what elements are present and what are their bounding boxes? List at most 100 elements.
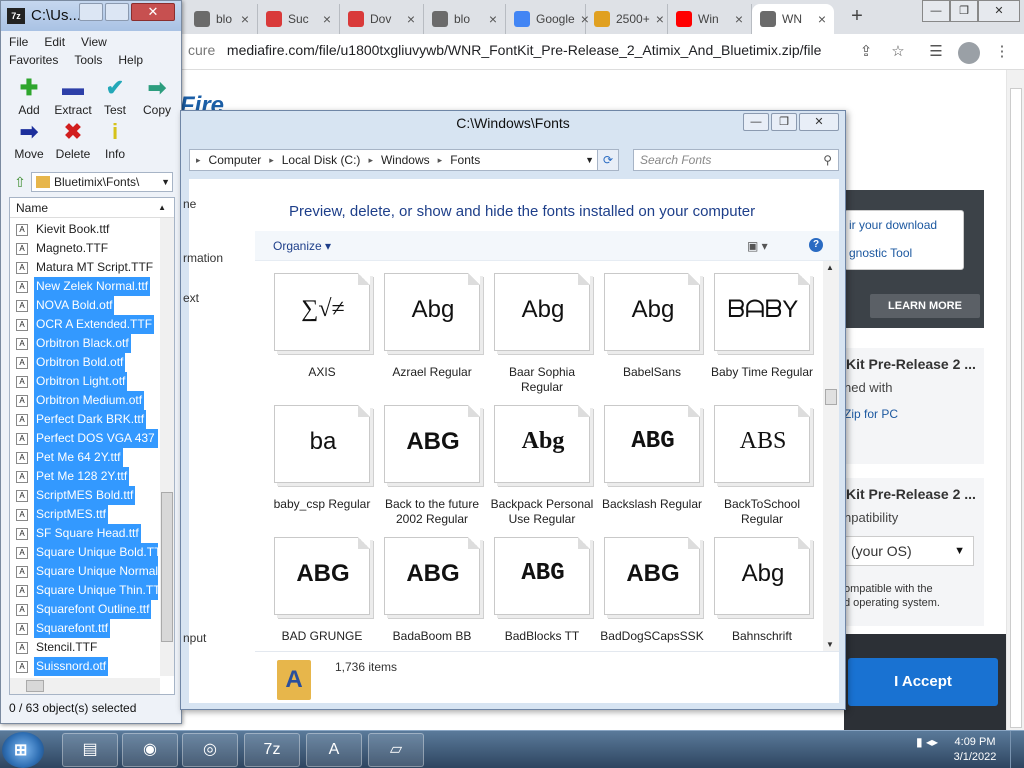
reading-list-icon[interactable]: ☰ (926, 42, 946, 62)
fonts-vscrollbar[interactable]: ▲ ▼ (823, 261, 839, 651)
path-combo[interactable]: Bluetimix\Fonts\ ▼ (31, 172, 173, 192)
url-field[interactable]: cure mediafire.com/file/u1800txgliuvywb/… (188, 42, 821, 58)
breadcrumb-item[interactable]: Fonts (450, 153, 480, 167)
close-icon[interactable]: × (818, 11, 826, 27)
browser-tab[interactable]: Suc × (258, 4, 340, 34)
chrome-taskbar-button[interactable]: ◎ (182, 733, 238, 767)
info-button[interactable]: i Info (93, 121, 137, 165)
list-item[interactable]: A Squarefont Outline.ttf (16, 600, 158, 619)
list-item[interactable]: A Perfect Dark BRK.ttf (16, 410, 158, 429)
close-button[interactable]: ✕ (799, 113, 839, 131)
font-item[interactable]: ABG BadaBoom BB (377, 537, 487, 644)
breadcrumb-item[interactable]: Local Disk (C:) (282, 153, 361, 167)
font-item[interactable]: ᗷᗩᗷY Baby Time Regular (707, 273, 817, 380)
7zip-titlebar[interactable]: 7z C:\Us... ✕ (1, 1, 181, 31)
list-item[interactable]: A Suissnord.otf (16, 657, 158, 676)
menu-item[interactable]: Tools (74, 53, 102, 67)
close-icon[interactable]: × (656, 11, 664, 27)
scroll-thumb[interactable] (825, 389, 837, 405)
list-item[interactable]: A Matura MT Script.TTF (16, 258, 158, 277)
minimize-button[interactable]: — (743, 113, 769, 131)
font-item[interactable]: Abg Baar Sophia Regular (487, 273, 597, 395)
font-item[interactable]: ABG BAD GRUNGE (267, 537, 377, 644)
accept-cookies-button[interactable]: I Accept (848, 658, 998, 706)
list-item[interactable]: A Kievit Book.ttf (16, 220, 158, 239)
breadcrumb[interactable]: ▸ Computer ▸ Local Disk (C:) ▸ Windows ▸ Fonts ▼ (189, 149, 599, 171)
scroll-thumb[interactable] (161, 492, 173, 642)
font-viewer-taskbar-button[interactable]: A (306, 733, 362, 767)
close-icon[interactable]: × (323, 11, 331, 27)
help-icon[interactable]: ? (809, 238, 823, 252)
page-scrollbar[interactable] (1006, 70, 1024, 730)
chevron-down-icon[interactable]: ▼ (585, 155, 594, 165)
search-input[interactable]: Search Fonts ⚲ (633, 149, 839, 171)
clock[interactable]: 4:09 PM 3/1/2022 (946, 735, 1004, 765)
list-item[interactable]: A NOVA Bold.otf (16, 296, 158, 315)
bookmark-star-icon[interactable]: ☆ (888, 42, 908, 62)
extract-button[interactable]: ▬ Extract (51, 77, 95, 121)
list-item[interactable]: A Orbitron Black.otf (16, 334, 158, 353)
nav-item[interactable]: ne (183, 197, 196, 211)
learn-more-button[interactable]: LEARN MORE (870, 294, 980, 318)
font-item[interactable]: Abg Backpack Personal Use Regular (487, 405, 597, 527)
show-desktop-button[interactable] (1010, 731, 1024, 768)
scroll-up-icon[interactable]: ▲ (826, 263, 834, 272)
start-button[interactable]: ⊞ (2, 732, 44, 768)
browser-tab[interactable]: Dov × (340, 4, 424, 34)
file-explorer-taskbar-button[interactable]: ▤ (62, 733, 118, 767)
browser-tab[interactable]: 2500+ × (586, 4, 668, 34)
tray-icons[interactable]: ▮ ◂▸ (916, 735, 938, 749)
share-icon[interactable]: ⇪ (856, 42, 876, 62)
nav-item[interactable]: nput (183, 631, 206, 645)
7zip-taskbar-button[interactable]: 7z (244, 733, 300, 767)
new-tab-button[interactable]: + (846, 6, 868, 28)
profile-avatar[interactable] (958, 42, 980, 64)
font-item[interactable]: Abg Azrael Regular (377, 273, 487, 380)
breadcrumb-item[interactable]: Windows (381, 153, 430, 167)
chevron-down-icon[interactable]: ▼ (161, 173, 170, 191)
breadcrumb-item[interactable]: Computer (209, 153, 262, 167)
browser-maximize-button[interactable]: ❐ (950, 0, 978, 22)
font-item[interactable]: Abg Bahnschrift (707, 537, 817, 644)
file-list-vscrollbar[interactable] (160, 218, 174, 676)
minimize-button[interactable] (79, 3, 103, 21)
font-item[interactable]: ABG Backslash Regular (597, 405, 707, 512)
menu-item[interactable]: Edit (44, 35, 65, 49)
view-options-icon[interactable]: ▣ ▾ (747, 239, 768, 253)
list-item[interactable]: A Square Unique Bold.TTF (16, 543, 158, 562)
menu-item[interactable]: View (81, 35, 107, 49)
diagnostic-tool-link[interactable]: gnostic Tool (845, 245, 963, 273)
test-button[interactable]: ✔ Test (93, 77, 137, 121)
list-item[interactable]: A ScriptMES Bold.ttf (16, 486, 158, 505)
browser-tab[interactable]: Win × (668, 4, 752, 34)
up-folder-icon[interactable]: ⇧ (9, 172, 31, 192)
firefox-taskbar-button[interactable]: ◉ (122, 733, 178, 767)
font-item[interactable]: ABG Back to the future 2002 Regular (377, 405, 487, 527)
list-item[interactable]: A Pet Me 128 2Y.ttf (16, 467, 158, 486)
close-icon[interactable]: × (489, 11, 497, 27)
close-icon[interactable]: × (735, 11, 743, 27)
list-item[interactable]: A New Zelek Normal.ttf (16, 277, 158, 296)
list-item[interactable]: A Orbitron Medium.otf (16, 391, 158, 410)
list-item[interactable]: A Magneto.TTF (16, 239, 158, 258)
scroll-thumb[interactable] (1010, 88, 1022, 728)
font-item[interactable]: Abg BabelSans (597, 273, 707, 380)
list-item[interactable]: A OCR A Extended.TTF (16, 315, 158, 334)
refresh-icon[interactable]: ⟳ (597, 149, 619, 171)
font-item[interactable]: ABG BadDogSCapsSSK (597, 537, 707, 644)
add-button[interactable]: ✚ Add (7, 77, 51, 121)
list-item[interactable]: A Square Unique Normal. (16, 562, 158, 581)
close-button[interactable]: ✕ (131, 3, 175, 21)
list-item[interactable]: A Square Unique Thin.TT (16, 581, 158, 600)
nav-item[interactable]: ext (183, 291, 199, 305)
scroll-thumb[interactable] (26, 680, 44, 692)
menu-item[interactable]: Favorites (9, 53, 58, 67)
search-icon[interactable]: ⚲ (823, 150, 832, 170)
move-button[interactable]: ➡ Move (7, 121, 51, 165)
list-item[interactable]: A SF Square Head.ttf (16, 524, 158, 543)
list-item[interactable]: A Stencil.TTF (16, 638, 158, 657)
maximize-button[interactable] (105, 3, 129, 21)
list-item[interactable]: A Perfect DOS VGA 437 W (16, 429, 158, 448)
browser-tab[interactable]: blo × (186, 4, 258, 34)
copy-button[interactable]: ➡ Copy (135, 77, 179, 121)
